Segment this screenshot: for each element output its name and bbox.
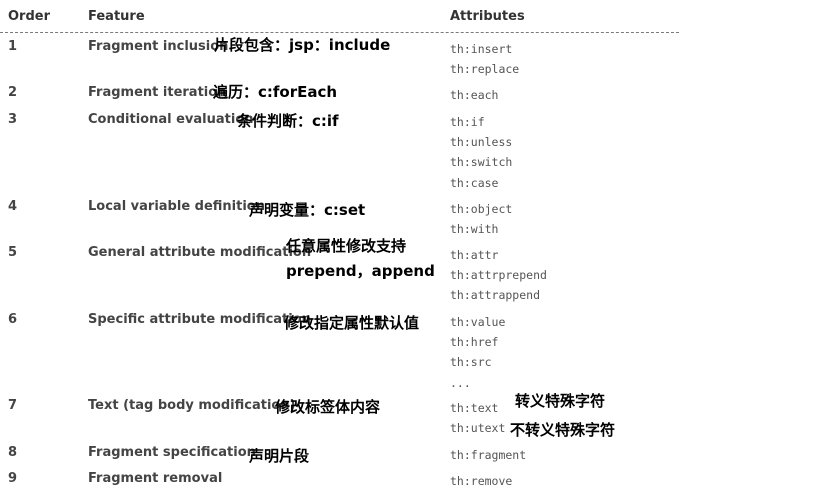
attribute-name: th:with xyxy=(450,222,499,237)
row-feature: Fragment specification xyxy=(88,445,256,460)
row-order: 2 xyxy=(8,85,18,100)
row-attributes: th:object th:with xyxy=(450,199,512,239)
attribute-name: th:case xyxy=(450,175,499,190)
row-attributes: th:fragment xyxy=(450,445,526,465)
annotation: 片段包含：jsp：include xyxy=(214,36,391,54)
attribute-name: th:each xyxy=(450,88,499,102)
attribute-name: th:fragment xyxy=(450,448,527,462)
header-order: Order xyxy=(8,9,50,24)
row-order: 9 xyxy=(8,471,18,486)
row-attributes: th:if th:unless th:switch th:case xyxy=(450,112,512,193)
row-order: 8 xyxy=(8,445,18,460)
attribute-name: th:switch xyxy=(450,155,513,170)
annotation: 声明变量：c:set xyxy=(249,201,366,219)
row-feature: Text (tag body modification) xyxy=(88,398,296,413)
row-attributes: th:value th:href th:src ... xyxy=(450,312,505,393)
header-feature: Feature xyxy=(88,9,145,24)
row-feature: Specific attribute modification xyxy=(88,312,311,327)
attribute-name: th:attr xyxy=(450,248,499,262)
annotation: 修改指定属性默认值 xyxy=(284,314,420,332)
annotation: 条件判断：c:if xyxy=(237,112,339,130)
row-attributes: th:each xyxy=(450,85,498,105)
row-feature: Fragment removal xyxy=(88,471,223,486)
attribute-name: th:if xyxy=(450,115,485,129)
row-order: 6 xyxy=(8,312,18,327)
annotation: 声明片段 xyxy=(249,447,310,465)
attribute-name: th:value xyxy=(450,315,506,329)
attribute-ellipsis: ... xyxy=(450,375,471,390)
annotation: 修改标签体内容 xyxy=(275,398,381,416)
attribute-name: th:src xyxy=(450,355,492,370)
attribute-name: th:remove xyxy=(450,474,513,488)
row-order: 1 xyxy=(8,39,18,54)
attribute-name: th:object xyxy=(450,202,513,216)
header-divider xyxy=(0,32,679,33)
attribute-name: th:utext xyxy=(450,421,506,436)
row-attributes: th:text th:utext xyxy=(450,398,505,438)
annotation: 不转义特殊字符 xyxy=(510,421,616,439)
attribute-name: th:unless xyxy=(450,135,513,150)
header-attributes: Attributes xyxy=(450,9,525,24)
row-order: 4 xyxy=(8,199,18,214)
attribute-name: th:href xyxy=(450,335,499,350)
attribute-name: th:text xyxy=(450,401,499,415)
annotation: 转义特殊字符 xyxy=(515,392,606,410)
annotation: 遍历：c:forEach xyxy=(213,83,338,101)
attribute-name: th:attrprepend xyxy=(450,268,547,283)
row-order: 3 xyxy=(8,112,18,127)
row-attributes: th:remove xyxy=(450,471,512,491)
row-feature: Fragment inclusion xyxy=(88,39,229,54)
attribute-name: th:attrappend xyxy=(450,288,541,303)
row-feature: Local variable definition xyxy=(88,199,265,214)
row-feature: Fragment iteration xyxy=(88,85,227,100)
attribute-name: th:replace xyxy=(450,62,520,77)
row-feature: Conditional evaluation xyxy=(88,112,254,127)
row-order: 5 xyxy=(8,245,18,260)
row-attributes: th:attr th:attrprepend th:attrappend xyxy=(450,245,547,306)
row-order: 7 xyxy=(8,398,18,413)
row-attributes: th:insert th:replace xyxy=(450,39,519,79)
attribute-name: th:insert xyxy=(450,42,513,56)
annotation: 任意属性修改支持 xyxy=(286,237,407,255)
row-feature: General attribute modification xyxy=(88,245,312,260)
annotation: prepend，append xyxy=(286,262,435,280)
